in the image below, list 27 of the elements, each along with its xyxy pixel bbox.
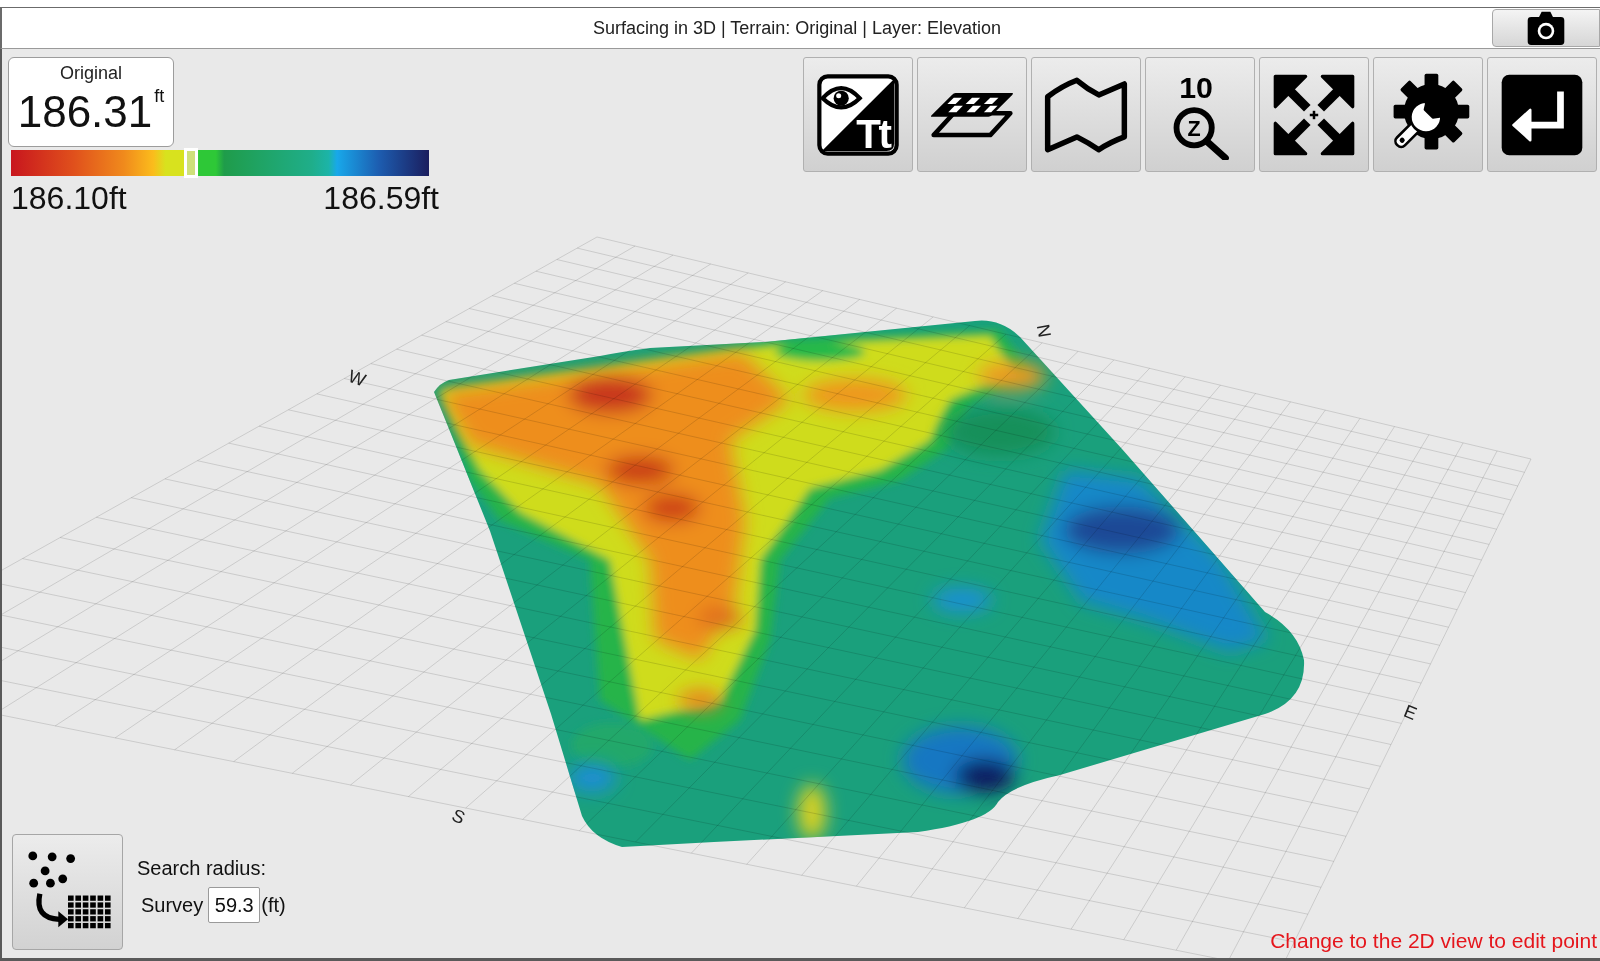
status-message: Change to the 2D view to edit point xyxy=(1270,928,1597,954)
compass-label: E xyxy=(1400,700,1420,724)
compass-label: N xyxy=(1032,322,1055,340)
map-button[interactable] xyxy=(1031,57,1141,172)
compass-label: S xyxy=(448,804,469,829)
scale-min-label: 186.10ft xyxy=(11,181,127,215)
camera-button[interactable] xyxy=(1492,9,1600,47)
layers-button[interactable] xyxy=(917,57,1027,172)
zoom-button[interactable]: 10 Z xyxy=(1145,57,1255,172)
survey-label: Survey xyxy=(141,893,204,918)
compass-label: W xyxy=(345,366,369,391)
fit-view-button[interactable] xyxy=(1259,57,1369,172)
return-button[interactable] xyxy=(1487,57,1597,172)
display-options-button[interactable]: Tt xyxy=(803,57,913,172)
unit-label: (ft) xyxy=(261,893,286,918)
gridding-button[interactable] xyxy=(12,834,123,950)
camera-icon xyxy=(1526,11,1566,45)
readout-value: 186.31 xyxy=(17,86,153,138)
expand-arrows-icon xyxy=(1272,72,1356,157)
scale-max-label: 186.59ft xyxy=(323,181,439,215)
window-title: Surfacing in 3D | Terrain: Original | Layer: Elevation xyxy=(592,16,1003,40)
settings-button[interactable] xyxy=(1373,57,1483,172)
readout-unit: ft xyxy=(154,86,165,106)
search-radius-field[interactable]: 59.3 xyxy=(208,887,261,923)
readout-label: Original xyxy=(60,62,122,84)
eye-text-icon: Tt xyxy=(816,72,900,157)
search-radius-label: Search radius: xyxy=(137,856,267,881)
